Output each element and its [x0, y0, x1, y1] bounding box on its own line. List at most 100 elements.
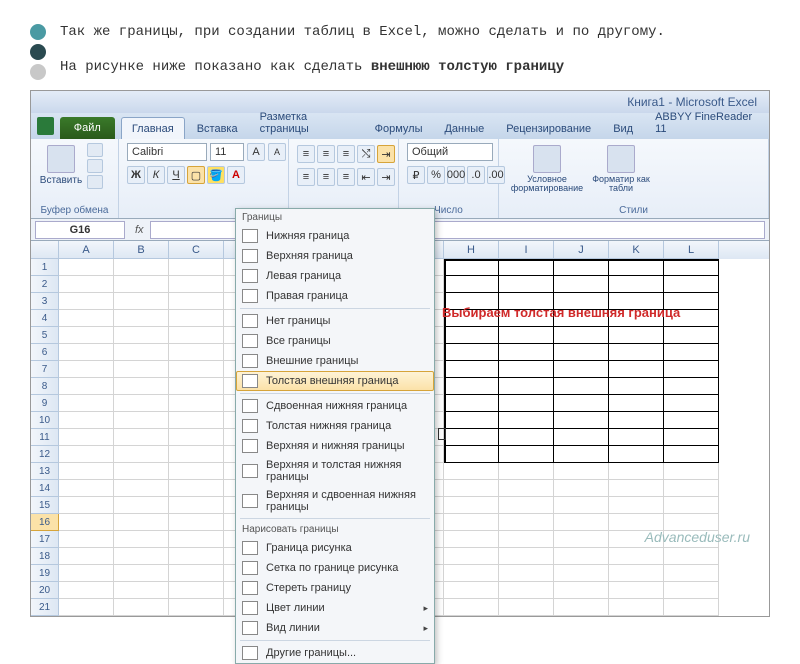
cell[interactable]: [59, 293, 114, 310]
row-header-4[interactable]: 4: [31, 310, 59, 327]
cell[interactable]: [554, 514, 609, 531]
cell[interactable]: [609, 361, 664, 378]
cell[interactable]: [59, 412, 114, 429]
cell[interactable]: [59, 395, 114, 412]
orientation-icon[interactable]: ⤭: [357, 145, 375, 163]
cell[interactable]: [499, 361, 554, 378]
cell[interactable]: [554, 412, 609, 429]
col-header-J[interactable]: J: [554, 241, 609, 259]
dd-item[interactable]: Верхняя граница: [236, 246, 434, 266]
bold-button[interactable]: Ж: [127, 166, 145, 184]
cell[interactable]: [609, 327, 664, 344]
cell[interactable]: [609, 599, 664, 616]
cell[interactable]: [554, 429, 609, 446]
cell[interactable]: [554, 582, 609, 599]
cell[interactable]: [609, 548, 664, 565]
indent-dec-icon[interactable]: ⇤: [357, 168, 375, 186]
cell[interactable]: [169, 293, 224, 310]
dd-item[interactable]: Внешние границы: [236, 351, 434, 371]
cell[interactable]: [554, 463, 609, 480]
percent-icon[interactable]: %: [427, 166, 445, 184]
cell[interactable]: [554, 565, 609, 582]
cell[interactable]: [114, 327, 169, 344]
copy-icon[interactable]: [87, 159, 103, 173]
col-header-H[interactable]: H: [444, 241, 499, 259]
align-left-icon[interactable]: ≡: [297, 168, 315, 186]
cell[interactable]: [114, 480, 169, 497]
cell[interactable]: [664, 344, 719, 361]
cell[interactable]: [554, 361, 609, 378]
row-header-9[interactable]: 9: [31, 395, 59, 412]
cell[interactable]: [664, 497, 719, 514]
cell[interactable]: [554, 548, 609, 565]
cell[interactable]: [59, 310, 114, 327]
cell[interactable]: [114, 446, 169, 463]
cell[interactable]: [169, 327, 224, 344]
cell[interactable]: [499, 378, 554, 395]
format-painter-icon[interactable]: [87, 175, 103, 189]
cell[interactable]: [169, 259, 224, 276]
cell[interactable]: [444, 599, 499, 616]
underline-button[interactable]: Ч: [167, 166, 185, 184]
cell[interactable]: [169, 310, 224, 327]
dd-item[interactable]: Граница рисунка: [236, 538, 434, 558]
cell[interactable]: [664, 276, 719, 293]
cell[interactable]: [609, 378, 664, 395]
cell[interactable]: [114, 548, 169, 565]
dd-other-borders[interactable]: Другие границы...: [236, 643, 434, 663]
font-color-button[interactable]: A: [227, 166, 245, 184]
dd-item[interactable]: Толстая внешняя граница: [236, 371, 434, 391]
cell[interactable]: [499, 327, 554, 344]
cell[interactable]: [664, 480, 719, 497]
cell[interactable]: [554, 344, 609, 361]
row-header-7[interactable]: 7: [31, 361, 59, 378]
cell[interactable]: [114, 599, 169, 616]
cell[interactable]: [169, 565, 224, 582]
cell[interactable]: [169, 480, 224, 497]
cell[interactable]: [169, 344, 224, 361]
cell[interactable]: [444, 395, 499, 412]
cell[interactable]: [664, 599, 719, 616]
cell[interactable]: [554, 497, 609, 514]
cell[interactable]: [59, 531, 114, 548]
cell[interactable]: [554, 599, 609, 616]
wrap-text-icon[interactable]: ⇥: [377, 145, 395, 163]
row-header-3[interactable]: 3: [31, 293, 59, 310]
cell[interactable]: [114, 361, 169, 378]
cell[interactable]: [664, 412, 719, 429]
dd-item[interactable]: Нижняя граница: [236, 226, 434, 246]
cell[interactable]: [169, 548, 224, 565]
cell[interactable]: [664, 327, 719, 344]
cell[interactable]: [114, 531, 169, 548]
cell[interactable]: [114, 514, 169, 531]
cell[interactable]: [499, 276, 554, 293]
col-header-B[interactable]: B: [114, 241, 169, 259]
cell[interactable]: [664, 378, 719, 395]
cell[interactable]: [664, 395, 719, 412]
cell[interactable]: [59, 565, 114, 582]
cell[interactable]: [554, 327, 609, 344]
borders-button[interactable]: ▢: [187, 166, 205, 184]
cell[interactable]: [554, 531, 609, 548]
align-right-icon[interactable]: ≡: [337, 168, 355, 186]
paste-button[interactable]: Вставить: [39, 143, 83, 186]
cell[interactable]: [59, 378, 114, 395]
cell[interactable]: [169, 599, 224, 616]
cell[interactable]: [59, 446, 114, 463]
cell[interactable]: [444, 514, 499, 531]
cell[interactable]: [114, 310, 169, 327]
cell[interactable]: [444, 497, 499, 514]
dd-item[interactable]: Верхняя и нижняя границы: [236, 436, 434, 456]
dd-item[interactable]: Все границы: [236, 331, 434, 351]
decimal-inc-icon[interactable]: .0: [467, 166, 485, 184]
cell[interactable]: [444, 259, 499, 276]
cell[interactable]: [554, 276, 609, 293]
cell[interactable]: [59, 429, 114, 446]
cell[interactable]: [499, 531, 554, 548]
cell[interactable]: [664, 582, 719, 599]
shrink-font-icon[interactable]: A: [268, 143, 286, 161]
dd-item[interactable]: Нет границы: [236, 311, 434, 331]
tab-insert[interactable]: Вставка: [187, 118, 248, 139]
comma-icon[interactable]: 000: [447, 166, 465, 184]
cell[interactable]: [444, 531, 499, 548]
